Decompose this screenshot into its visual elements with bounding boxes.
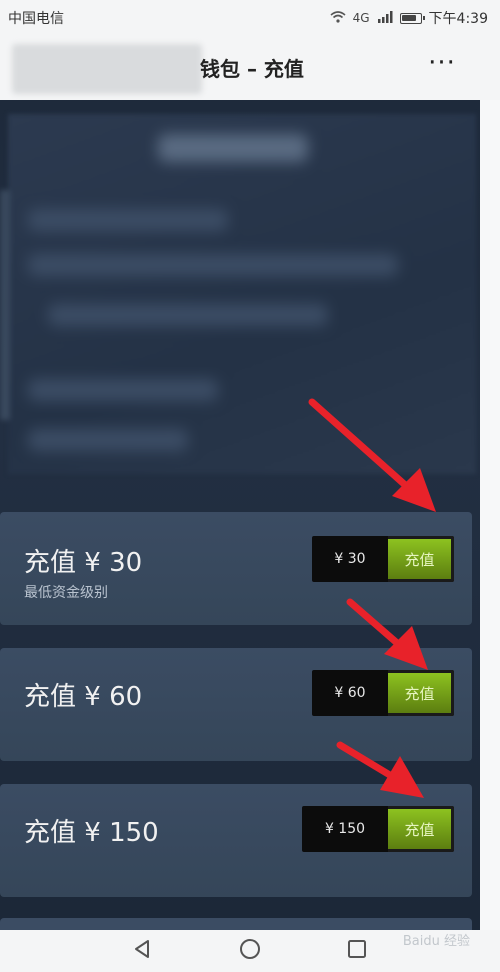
recharge-button-30[interactable]: 充值 xyxy=(388,536,454,582)
page-title: 钱包 – 充值 xyxy=(200,57,304,81)
recent-square-icon[interactable] xyxy=(346,938,368,964)
card-title: 充值 ¥ 60 xyxy=(24,682,143,712)
price-label: ¥ 30 xyxy=(312,536,388,582)
clock-label: 下午4:39 xyxy=(428,11,488,27)
recharge-button-60[interactable]: 充值 xyxy=(388,670,454,716)
status-bar: 中国电信 4G 下午4:39 xyxy=(0,0,500,36)
more-options-button[interactable]: ··· xyxy=(422,50,462,86)
price-label: ¥ 150 xyxy=(302,806,388,852)
battery-icon xyxy=(399,12,425,24)
wifi-icon xyxy=(330,10,346,26)
right-gutter xyxy=(480,100,500,930)
recharge-button-150[interactable]: 充值 xyxy=(388,806,454,852)
card-title: 充值 ¥ 150 xyxy=(24,818,159,848)
wallet-content: 充值 ¥ 30 最低资金级别 ¥ 30 充值 充值 ¥ 60 ¥ 60 充值 充… xyxy=(0,100,480,930)
buy-group: ¥ 30 充值 xyxy=(312,536,454,582)
status-icons: 4G 下午4:39 xyxy=(330,8,488,28)
price-label: ¥ 60 xyxy=(312,670,388,716)
signal-bars-icon xyxy=(377,10,393,26)
recharge-card-60: 充值 ¥ 60 ¥ 60 充值 xyxy=(0,648,472,761)
home-circle-icon[interactable] xyxy=(239,938,261,964)
title-bar: 钱包 – 充值 ··· xyxy=(0,36,500,100)
left-edge-shadow xyxy=(0,190,10,420)
recharge-card-30: 充值 ¥ 30 最低资金级别 ¥ 30 充值 xyxy=(0,512,472,625)
blurred-title-area xyxy=(12,44,202,94)
buy-group: ¥ 60 充值 xyxy=(312,670,454,716)
back-triangle-icon[interactable] xyxy=(132,938,154,964)
signal-label: 4G xyxy=(352,11,370,25)
next-card-edge xyxy=(0,918,472,930)
carrier-label: 中国电信 xyxy=(8,11,64,27)
card-title: 充值 ¥ 30 xyxy=(24,548,143,578)
recharge-card-150: 充值 ¥ 150 ¥ 150 充值 xyxy=(0,784,472,897)
buy-group: ¥ 150 充值 xyxy=(302,806,454,852)
card-subtitle: 最低资金级别 xyxy=(24,585,108,601)
watermark-text: Baidu 经验 xyxy=(402,934,470,949)
blurred-info-panel xyxy=(8,114,476,474)
